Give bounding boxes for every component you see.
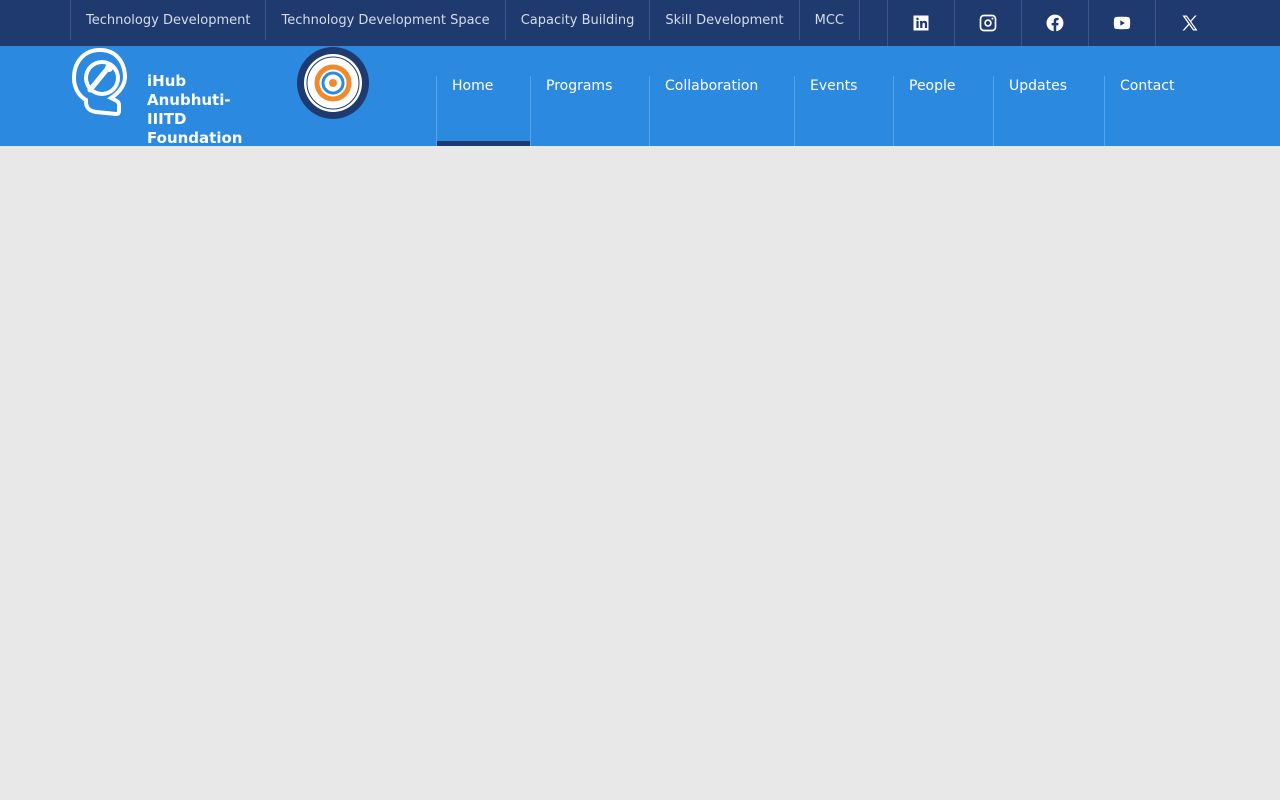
youtube-link[interactable]	[1089, 0, 1156, 46]
site-header: iHub Anubhuti- IIITD Foundation Home Pro…	[0, 46, 1280, 147]
logo-text-line2: IIITD Foundation	[147, 110, 243, 147]
nav-updates[interactable]: Updates	[993, 76, 1104, 146]
youtube-icon	[1113, 16, 1131, 30]
nav-events[interactable]: Events	[794, 76, 893, 146]
nav-people[interactable]: People	[893, 76, 993, 146]
x-link[interactable]	[1156, 0, 1223, 46]
topnav-skill-development[interactable]: Skill Development	[650, 0, 800, 40]
x-icon	[1182, 15, 1197, 31]
nav-collaboration[interactable]: Collaboration	[649, 76, 794, 146]
top-bar: Technology Development Technology Develo…	[0, 0, 1280, 46]
nav-collaboration-label: Collaboration	[665, 78, 759, 94]
logo-text: iHub Anubhuti- IIITD Foundation	[147, 72, 270, 148]
nav-updates-label: Updates	[1009, 78, 1067, 94]
nav-events-label: Events	[810, 78, 858, 94]
topnav-technology-development[interactable]: Technology Development	[71, 0, 267, 40]
linkedin-icon	[913, 15, 929, 31]
ihub-logo[interactable]: iHub Anubhuti- IIITD Foundation	[70, 46, 270, 147]
logo-text-line1: iHub Anubhuti-	[147, 72, 231, 109]
topnav-capacity-building[interactable]: Capacity Building	[506, 0, 651, 40]
nav-home-label: Home	[452, 78, 494, 94]
page-content-area	[0, 146, 1280, 800]
nav-people-label: People	[909, 78, 956, 94]
facebook-link[interactable]	[1022, 0, 1089, 46]
linkedin-link[interactable]	[888, 0, 955, 46]
top-navigation: Technology Development Technology Develo…	[70, 0, 861, 40]
mission-seal-logo	[296, 46, 370, 120]
head-icon	[71, 47, 128, 117]
nav-contact[interactable]: Contact	[1104, 76, 1199, 146]
instagram-icon	[979, 14, 997, 32]
instagram-link[interactable]	[955, 0, 1022, 46]
nav-contact-label: Contact	[1120, 78, 1175, 94]
topnav-technology-development-space[interactable]: Technology Development Space	[266, 0, 506, 40]
facebook-icon	[1046, 14, 1064, 32]
social-links	[887, 0, 1223, 46]
nav-home[interactable]: Home	[436, 76, 530, 146]
nav-programs[interactable]: Programs	[530, 76, 649, 146]
topnav-mcc[interactable]: MCC	[800, 0, 861, 40]
main-navigation: Home Programs Collaboration Events Peopl…	[436, 76, 1199, 146]
nav-programs-label: Programs	[546, 78, 613, 94]
